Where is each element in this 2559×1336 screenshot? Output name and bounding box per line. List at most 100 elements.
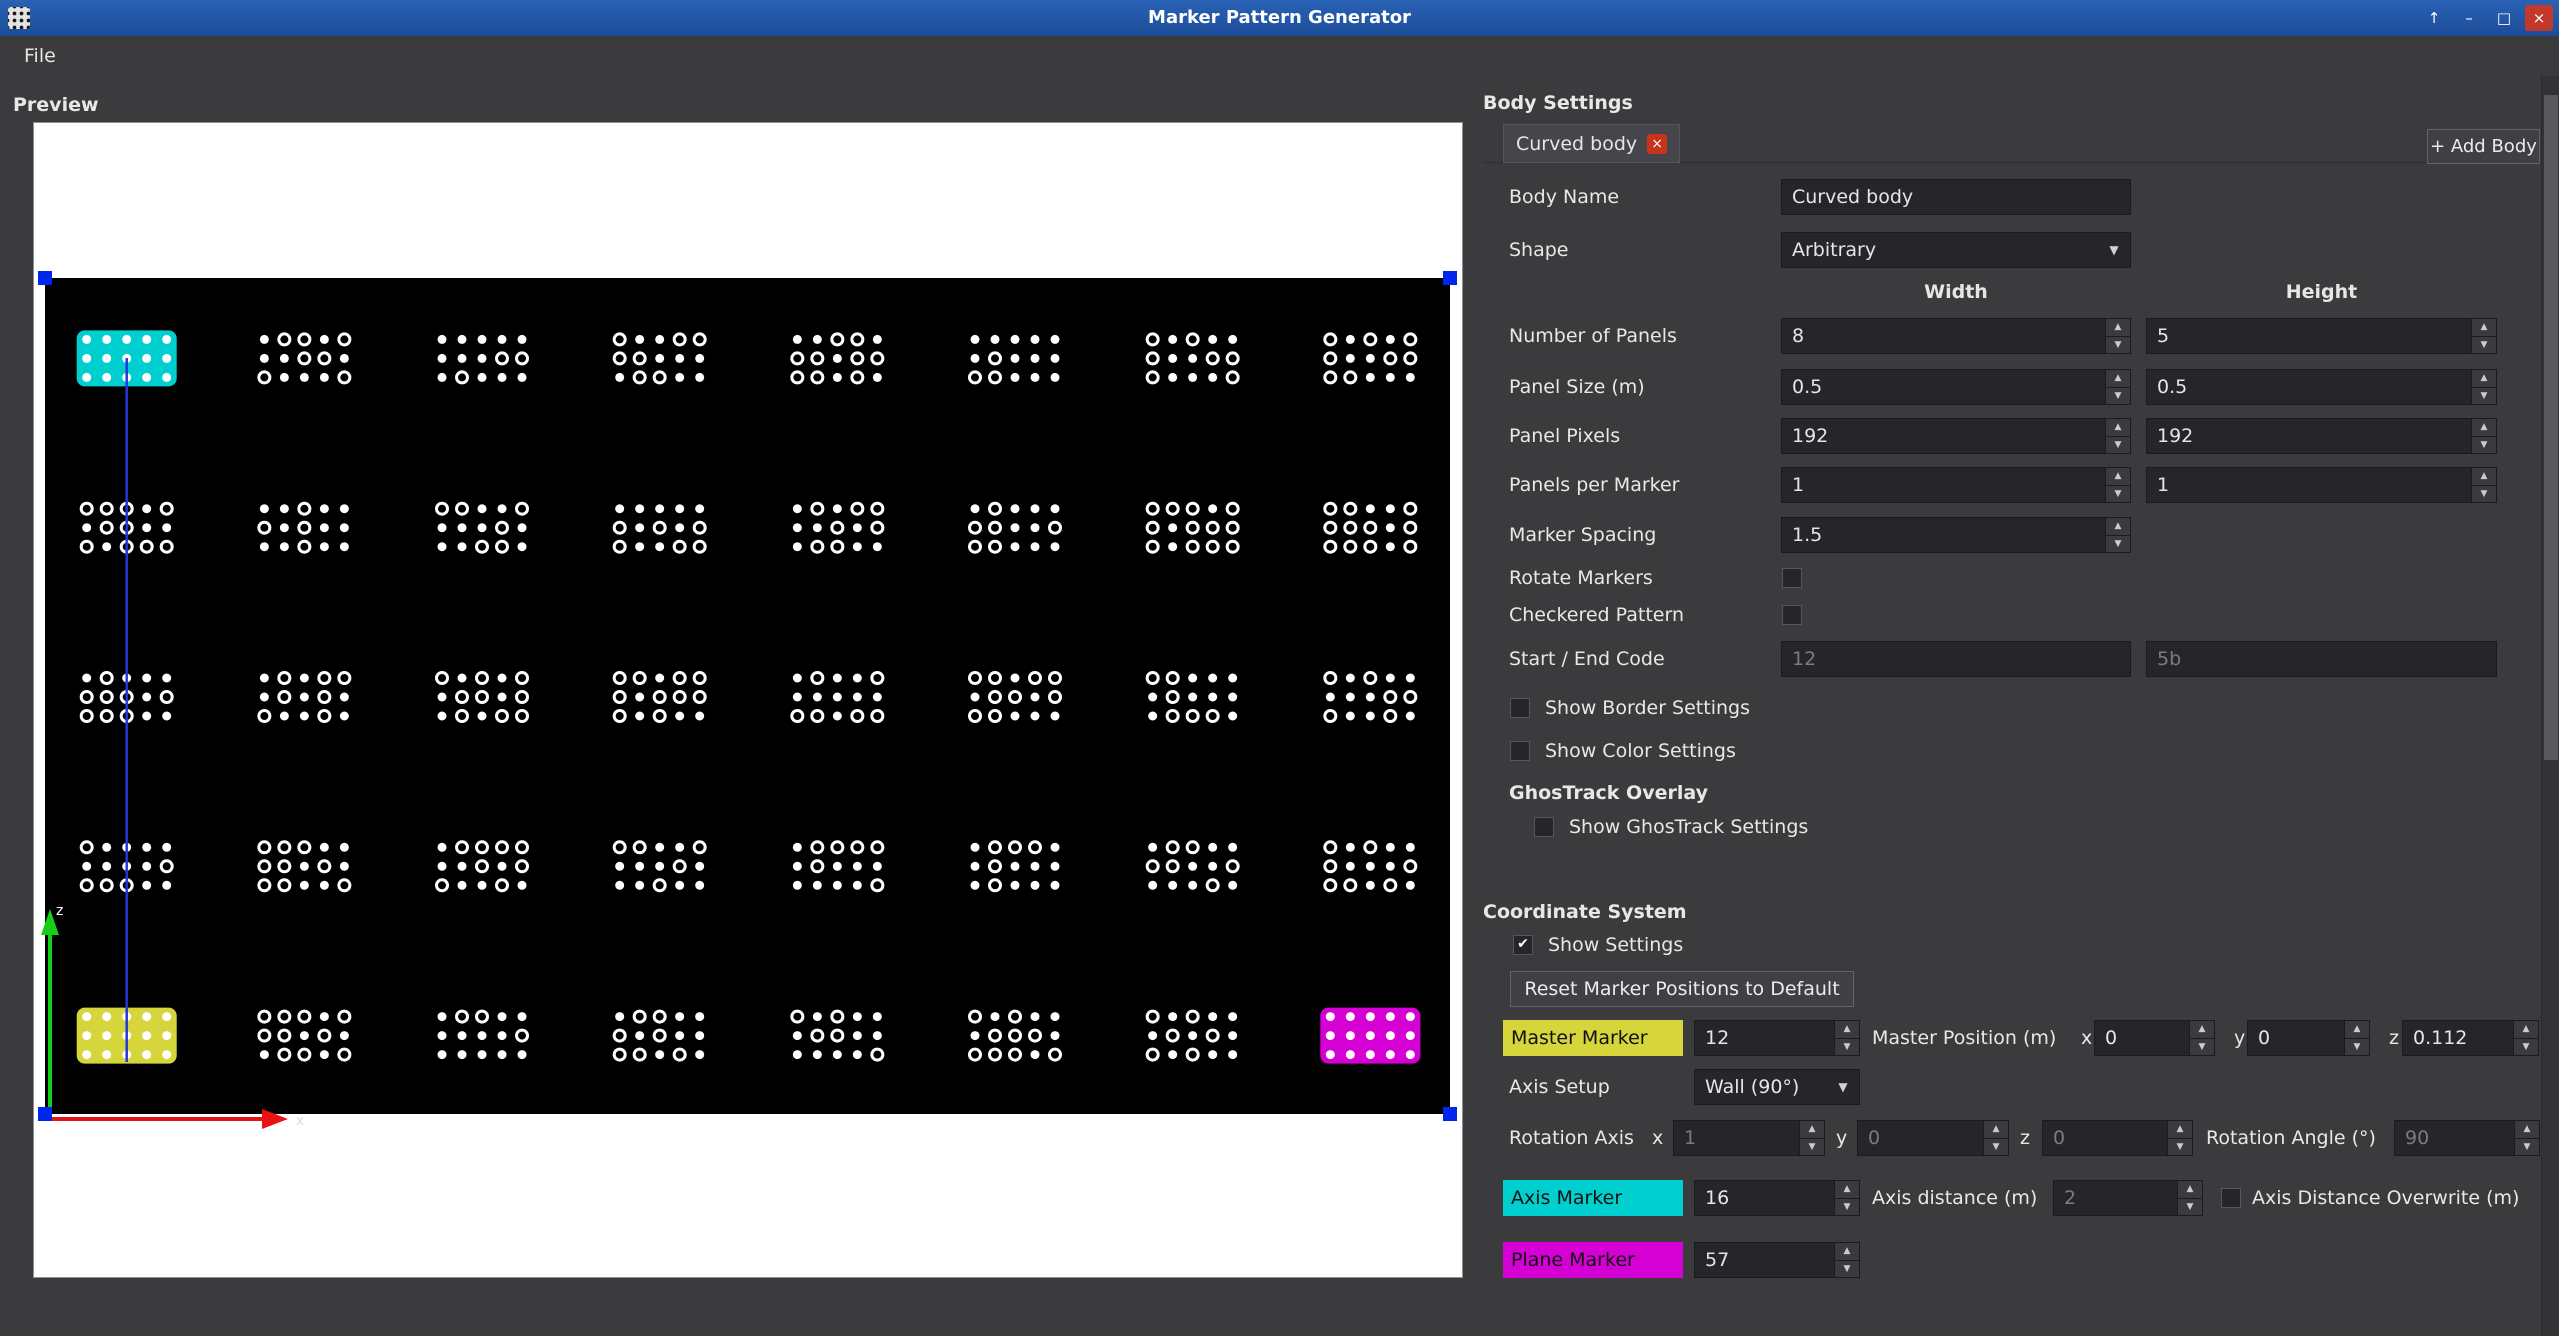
panel-size-width-spin[interactable]: 0.5▲▼	[1781, 369, 2131, 405]
spin-buttons[interactable]: ▲▼	[1834, 1021, 1859, 1055]
spin-down-icon[interactable]: ▼	[2106, 388, 2130, 405]
spin-down-icon[interactable]: ▼	[2514, 1039, 2538, 1056]
axis-distance-overwrite-checkbox[interactable]	[2221, 1188, 2241, 1208]
spin-buttons[interactable]: ▲▼	[2167, 1121, 2192, 1155]
spin-buttons[interactable]: ▲▼	[2471, 419, 2496, 453]
spin-up-icon[interactable]: ▲	[1800, 1121, 1824, 1139]
spin-buttons[interactable]: ▲▼	[1834, 1243, 1859, 1277]
spin-up-icon[interactable]: ▲	[2106, 319, 2130, 337]
spin-down-icon[interactable]: ▼	[2168, 1139, 2192, 1156]
rotation-axis-y-spin[interactable]: 0▲▼	[1857, 1120, 2009, 1156]
axis-marker-spin[interactable]: 16▲▼	[1694, 1180, 1860, 1216]
axis-distance-spin[interactable]: 2▲▼	[2053, 1180, 2203, 1216]
reset-marker-positions-button[interactable]: Reset Marker Positions to Default	[1510, 971, 1854, 1007]
spin-buttons[interactable]: ▲▼	[2513, 1021, 2538, 1055]
spin-down-icon[interactable]: ▼	[2106, 437, 2130, 454]
spin-up-icon[interactable]: ▲	[2472, 370, 2496, 388]
preview-canvas[interactable]: zx	[34, 123, 1462, 1277]
spin-up-icon[interactable]: ▲	[1835, 1243, 1859, 1261]
add-body-button[interactable]: + Add Body	[2427, 129, 2540, 164]
number-of-panels-width-spin[interactable]: 8▲▼	[1781, 318, 2131, 354]
menu-file[interactable]: File	[14, 36, 66, 76]
resize-handle[interactable]	[1443, 1107, 1457, 1121]
resize-handle[interactable]	[1443, 271, 1457, 285]
spin-down-icon[interactable]: ▼	[2178, 1199, 2202, 1216]
tab-curved-body[interactable]: Curved body ×	[1503, 124, 1680, 163]
spin-up-icon[interactable]: ▲	[2190, 1021, 2214, 1039]
panels-per-marker-width-spin[interactable]: 1▲▼	[1781, 467, 2131, 503]
spin-down-icon[interactable]: ▼	[1835, 1199, 1859, 1216]
spin-down-icon[interactable]: ▼	[2190, 1039, 2214, 1056]
spin-buttons[interactable]: ▲▼	[1799, 1121, 1824, 1155]
spin-buttons[interactable]: ▲▼	[2105, 468, 2130, 502]
spin-buttons[interactable]: ▲▼	[1983, 1121, 2008, 1155]
preview-panel[interactable]: zx	[33, 122, 1463, 1278]
scrollbar[interactable]	[2541, 76, 2559, 1336]
titlebar[interactable]: Marker Pattern Generator ↑ – □ ×	[0, 0, 2559, 36]
spin-up-icon[interactable]: ▲	[2345, 1021, 2369, 1039]
spin-down-icon[interactable]: ▼	[2106, 486, 2130, 503]
spin-down-icon[interactable]: ▼	[2515, 1139, 2539, 1156]
spin-up-icon[interactable]: ▲	[2168, 1121, 2192, 1139]
plane-marker[interactable]	[1320, 1008, 1420, 1064]
show-ghostrack-settings-checkbox[interactable]	[1534, 817, 1554, 837]
spin-up-icon[interactable]: ▲	[2106, 468, 2130, 486]
close-button[interactable]: ×	[2525, 5, 2553, 31]
body-name-input[interactable]: Curved body	[1781, 179, 2131, 215]
spin-down-icon[interactable]: ▼	[2472, 486, 2496, 503]
spin-down-icon[interactable]: ▼	[2106, 337, 2130, 354]
checkered-pattern-checkbox[interactable]	[1782, 605, 1802, 625]
spin-up-icon[interactable]: ▲	[2106, 518, 2130, 536]
spin-up-icon[interactable]: ▲	[1835, 1181, 1859, 1199]
master-position-x-spin[interactable]: 0▲▼	[2094, 1020, 2215, 1056]
spin-down-icon[interactable]: ▼	[1835, 1039, 1859, 1056]
show-border-settings-checkbox[interactable]	[1510, 698, 1530, 718]
panel-pixels-height-spin[interactable]: 192▲▼	[2146, 418, 2497, 454]
end-code-input[interactable]: 5b	[2146, 641, 2497, 677]
master-position-z-spin[interactable]: 0.112▲▼	[2402, 1020, 2539, 1056]
spin-down-icon[interactable]: ▼	[2472, 337, 2496, 354]
panels-per-marker-height-spin[interactable]: 1▲▼	[2146, 467, 2497, 503]
spin-buttons[interactable]: ▲▼	[2471, 468, 2496, 502]
spin-up-icon[interactable]: ▲	[1835, 1021, 1859, 1039]
plane-marker-spin[interactable]: 57▲▼	[1694, 1242, 1860, 1278]
rotation-axis-x-spin[interactable]: 1▲▼	[1673, 1120, 1825, 1156]
panel-size-height-spin[interactable]: 0.5▲▼	[2146, 369, 2497, 405]
spin-buttons[interactable]: ▲▼	[1834, 1181, 1859, 1215]
axis-setup-select[interactable]: Wall (90°)▼	[1694, 1069, 1860, 1105]
tab-close-icon[interactable]: ×	[1647, 134, 1667, 154]
spin-buttons[interactable]: ▲▼	[2105, 419, 2130, 453]
spin-down-icon[interactable]: ▼	[2345, 1039, 2369, 1056]
spin-up-icon[interactable]: ▲	[2514, 1021, 2538, 1039]
spin-down-icon[interactable]: ▼	[1984, 1139, 2008, 1156]
minimize-button[interactable]: –	[2455, 5, 2483, 31]
spin-buttons[interactable]: ▲▼	[2105, 319, 2130, 353]
spin-buttons[interactable]: ▲▼	[2344, 1021, 2369, 1055]
spin-down-icon[interactable]: ▼	[2106, 536, 2130, 553]
panel-pixels-width-spin[interactable]: 192▲▼	[1781, 418, 2131, 454]
resize-handle[interactable]	[38, 271, 52, 285]
rollup-button[interactable]: ↑	[2420, 5, 2448, 31]
spin-down-icon[interactable]: ▼	[2472, 388, 2496, 405]
spin-buttons[interactable]: ▲▼	[2189, 1021, 2214, 1055]
show-color-settings-checkbox[interactable]	[1510, 741, 1530, 761]
spin-buttons[interactable]: ▲▼	[2471, 370, 2496, 404]
spin-buttons[interactable]: ▲▼	[2105, 370, 2130, 404]
spin-up-icon[interactable]: ▲	[2472, 319, 2496, 337]
shape-select[interactable]: Arbitrary▼	[1781, 232, 2131, 268]
spin-buttons[interactable]: ▲▼	[2514, 1121, 2539, 1155]
spin-down-icon[interactable]: ▼	[1835, 1261, 1859, 1278]
master-position-y-spin[interactable]: 0▲▼	[2247, 1020, 2370, 1056]
scrollbar-thumb[interactable]	[2544, 95, 2558, 760]
spin-buttons[interactable]: ▲▼	[2177, 1181, 2202, 1215]
maximize-button[interactable]: □	[2490, 5, 2518, 31]
rotate-markers-checkbox[interactable]	[1782, 568, 1802, 588]
spin-up-icon[interactable]: ▲	[2472, 419, 2496, 437]
spin-down-icon[interactable]: ▼	[2472, 437, 2496, 454]
rotation-axis-z-spin[interactable]: 0▲▼	[2042, 1120, 2193, 1156]
spin-up-icon[interactable]: ▲	[2106, 370, 2130, 388]
spin-up-icon[interactable]: ▲	[2515, 1121, 2539, 1139]
rotation-angle-spin[interactable]: 90▲▼	[2394, 1120, 2540, 1156]
number-of-panels-height-spin[interactable]: 5▲▼	[2146, 318, 2497, 354]
resize-handle[interactable]	[38, 1107, 52, 1121]
